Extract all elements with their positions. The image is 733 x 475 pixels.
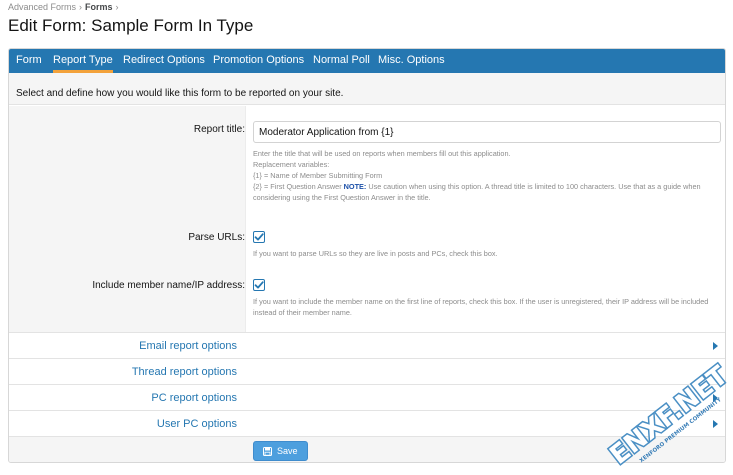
email-report-options-toggle[interactable]: Email report options <box>9 332 725 358</box>
breadcrumb: Advanced Forms › Forms › <box>8 2 119 12</box>
tab-report-type[interactable]: Report Type <box>53 49 113 73</box>
report-title-explain-line: {2} = First Question Answer NOTE: Use ca… <box>253 181 718 203</box>
tab-bar: Form Report Type Redirect Options Promot… <box>9 49 725 73</box>
form-label-column: Report title: Parse URLs: Include member… <box>9 106 245 332</box>
intro-text: Select and define how you would like thi… <box>16 88 344 99</box>
tab-normal-poll[interactable]: Normal Poll <box>313 49 370 73</box>
collapser-label: User PC options <box>156 418 237 430</box>
report-title-explain-line: Enter the title that will be used on rep… <box>253 149 511 158</box>
report-title-explain: Enter the title that will be used on rep… <box>253 148 718 203</box>
include-member-explain: If you want to include the member name o… <box>253 297 709 317</box>
tab-misc-options[interactable]: Misc. Options <box>378 49 445 73</box>
report-title-explain-line: Replacement variables: <box>253 160 330 169</box>
include-member-checkbox[interactable] <box>253 279 265 291</box>
report-title-explain-line: {1} = Name of Member Submitting Form <box>253 171 383 180</box>
chevron-right-icon <box>713 394 718 402</box>
breadcrumb-item-forms[interactable]: Forms <box>85 2 113 12</box>
save-button-label: Save <box>277 446 298 456</box>
breadcrumb-separator: › <box>79 2 83 12</box>
note-label: NOTE: <box>343 182 367 191</box>
page-title: Edit Form: Sample Form In Type <box>8 16 254 35</box>
breadcrumb-separator: › <box>115 2 119 12</box>
form-panel: Form Report Type Redirect Options Promot… <box>8 48 726 463</box>
tab-redirect-options[interactable]: Redirect Options <box>123 49 205 73</box>
save-icon <box>263 447 272 456</box>
parse-urls-checkbox[interactable] <box>253 231 265 243</box>
collapser-label: Thread report options <box>131 366 237 378</box>
report-title-label: Report title: <box>193 124 245 135</box>
submit-row: Save <box>9 436 725 462</box>
pc-report-options-toggle[interactable]: PC report options <box>9 384 725 410</box>
thread-report-options-toggle[interactable]: Thread report options <box>9 358 725 384</box>
intro-row: Select and define how you would like thi… <box>9 73 725 105</box>
tab-form[interactable]: Form <box>16 49 42 73</box>
include-member-label: Include member name/IP address: <box>92 280 245 291</box>
tab-promotion-options[interactable]: Promotion Options <box>213 49 304 73</box>
chevron-right-icon <box>713 342 718 350</box>
report-title-input[interactable] <box>253 121 721 143</box>
parse-urls-label: Parse URLs: <box>188 232 245 243</box>
form-input-column: Enter the title that will be used on rep… <box>245 106 725 332</box>
parse-urls-explain: If you want to parse URLs so they are li… <box>253 249 498 258</box>
breadcrumb-item-advanced-forms[interactable]: Advanced Forms <box>8 2 76 12</box>
collapser-label: Email report options <box>139 340 237 352</box>
chevron-right-icon <box>713 420 718 428</box>
user-pc-options-toggle[interactable]: User PC options <box>9 410 725 436</box>
collapser-label: PC report options <box>151 392 237 404</box>
save-button[interactable]: Save <box>253 441 308 461</box>
explain-text: {2} = First Question Answer <box>253 182 344 191</box>
chevron-right-icon <box>713 368 718 376</box>
